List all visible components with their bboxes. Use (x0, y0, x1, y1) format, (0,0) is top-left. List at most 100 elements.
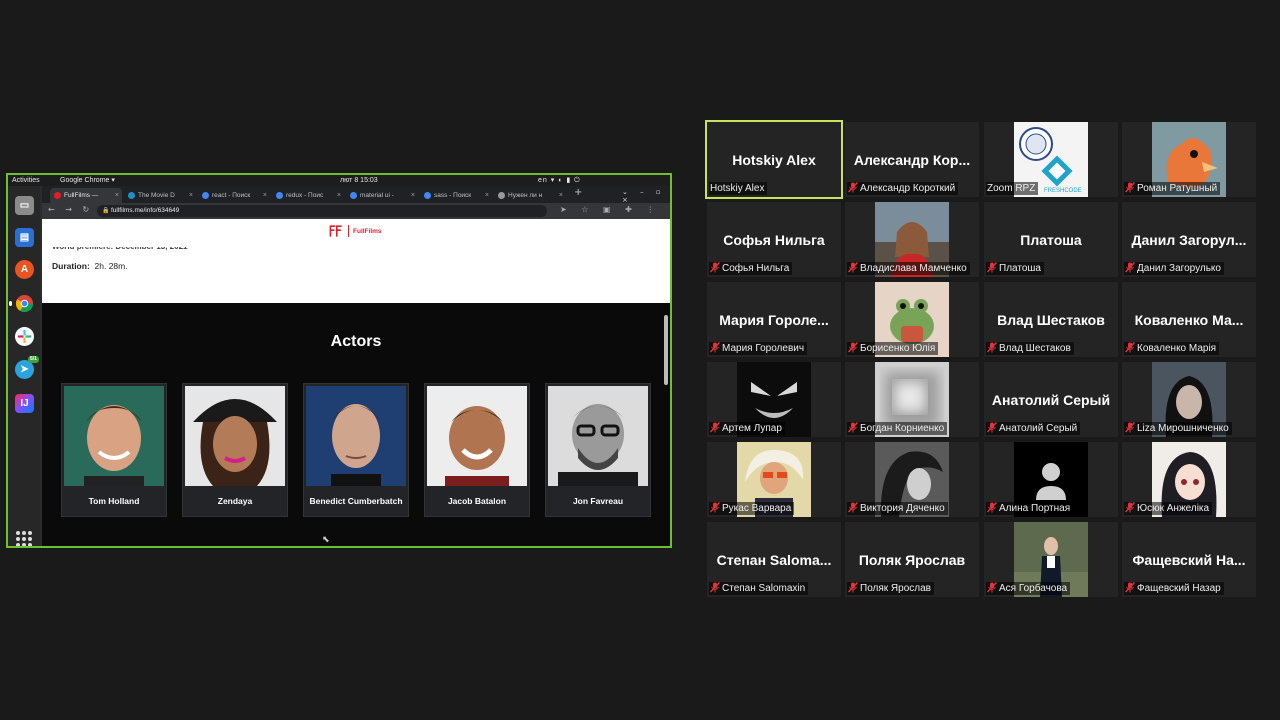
participant-name-label: Фащевский Назар (1124, 582, 1224, 595)
participant-name: Влад Шестаков (999, 343, 1071, 354)
muted-mic-icon (848, 262, 858, 273)
intellij-icon[interactable]: IJ (15, 394, 34, 413)
files-icon[interactable]: ▭ (15, 196, 34, 215)
participant-name-label: Юсюк Анжеліка (1124, 502, 1213, 515)
participant-tile[interactable]: Виктория Дяченко (845, 442, 979, 517)
page-scrollbar[interactable] (664, 315, 668, 385)
participant-name: Рукас Варвара (722, 503, 792, 514)
close-tab-icon[interactable]: × (115, 188, 119, 203)
muted-mic-icon (848, 182, 858, 193)
participant-name-label: Виктория Дяченко (847, 502, 948, 515)
participant-tile[interactable]: Владислава Мамченко (845, 202, 979, 277)
participant-tile[interactable]: Рукас Варвара (707, 442, 841, 517)
participant-tile[interactable]: Коваленко Ма... Коваленко Марія (1122, 282, 1256, 357)
slack-icon[interactable] (15, 327, 34, 346)
participant-tile[interactable]: Платоша Платоша (984, 202, 1118, 277)
participant-name-label: Hotskiy Alex (709, 182, 768, 195)
extension-icons[interactable]: ➤ ☆ ▣ ✚ ⋮ (560, 205, 660, 214)
participant-name: Поляк Ярослав (860, 583, 931, 594)
participant-tile[interactable]: Юсюк Анжеліка (1122, 442, 1256, 517)
clock[interactable]: лют 8 15:03 (340, 175, 378, 186)
close-tab-icon[interactable]: × (559, 188, 563, 203)
window-controls[interactable]: ⌄ – ▫ × (622, 188, 670, 204)
participant-tile[interactable]: Алина Портная (984, 442, 1118, 517)
participant-name: Юсюк Анжеліка (1137, 503, 1210, 514)
participant-tile[interactable]: Богдан Корниенко (845, 362, 979, 437)
toolbar: ← → ↻ 🔒 fullfilms.me/info/634649 ➤ ☆ ▣ ✚… (42, 203, 670, 219)
close-tab-icon[interactable]: × (263, 188, 267, 203)
close-tab-icon[interactable]: × (411, 188, 415, 203)
participant-tile[interactable]: Фащевский На... Фащевский Назар (1122, 522, 1256, 597)
lang-indicator[interactable]: en ▾ (538, 177, 555, 184)
participant-tile[interactable]: Ася Горбачова (984, 522, 1118, 597)
fullfilms-logo[interactable]: FullFilms (328, 223, 382, 239)
tab-strip: FullFilms — × The Movie D × react - Поиск… (42, 186, 670, 204)
address-bar[interactable]: 🔒 fullfilms.me/info/634649 (97, 205, 547, 217)
os-top-bar: Activities Google Chrome ▾ лют 8 15:03 e… (8, 175, 670, 186)
actors-title: Actors (330, 333, 382, 350)
close-tab-icon[interactable]: × (189, 188, 193, 203)
close-tab-icon[interactable]: × (337, 188, 341, 203)
tab-react-search[interactable]: react - Поиск × (198, 188, 270, 203)
participant-name: Софья Нильга (722, 263, 790, 274)
participant-tile[interactable]: FRESHCODE Zoom RPZ (984, 122, 1118, 197)
actors-section: Actors Tom Holland Zendaya Benedict Cumb… (42, 303, 670, 546)
participant-tile[interactable]: Hotskiy Alex Hotskiy Alex (705, 120, 843, 199)
muted-mic-icon (848, 342, 858, 353)
participant-name: Мария Горолевич (722, 343, 805, 354)
app-menu[interactable]: Google Chrome ▾ (60, 175, 115, 186)
tab-fullfilms[interactable]: FullFilms — × (50, 188, 122, 203)
participant-tile[interactable]: Софья Нильга Софья Нильга (707, 202, 841, 277)
muted-mic-icon (987, 422, 997, 433)
actor-card[interactable]: Jon Favreau (545, 383, 651, 517)
system-tray[interactable]: en ▾ ◐ ▮ ⏻ (538, 175, 581, 186)
participant-name: Hotskiy Alex (710, 183, 765, 194)
participant-name-label: Данил Загорулько (1124, 262, 1224, 275)
docs-icon[interactable]: ▤ (15, 228, 34, 247)
participant-name: Владислава Мамченко (860, 263, 967, 274)
app-store-icon[interactable]: A (15, 260, 34, 279)
participant-tile[interactable]: Роман Ратушный (1122, 122, 1256, 197)
duration-value: 2h. 28m. (94, 261, 128, 271)
participant-tile[interactable]: Борисенко Юлія (845, 282, 979, 357)
tab-redux-search[interactable]: redux - Поис × (272, 188, 344, 203)
film-info-section: FullFilms World premiere: December 13, 2… (42, 219, 670, 303)
new-tab-button[interactable]: + (574, 187, 582, 198)
muted-mic-icon (1125, 582, 1135, 593)
actor-card[interactable]: Jacob Batalon (424, 383, 530, 517)
close-tab-icon[interactable]: × (485, 188, 489, 203)
participant-name-label: Степан Salomaxin (709, 582, 809, 595)
participant-tile[interactable]: Степан Saloma... Степан Salomaxin (707, 522, 841, 597)
nav-buttons[interactable]: ← → ↻ (48, 205, 93, 214)
tab-material-ui-search[interactable]: material ui - × (346, 188, 418, 203)
tab-sass-search[interactable]: sass - Поиск × (420, 188, 492, 203)
activities-button[interactable]: Activities (12, 175, 40, 186)
tab-label: Нужен ли н (508, 192, 543, 199)
participant-tile[interactable]: Артем Лупар (707, 362, 841, 437)
actor-card[interactable]: Tom Holland (61, 383, 167, 517)
tab-moviedb[interactable]: The Movie D × (124, 188, 196, 203)
participant-gallery: Hotskiy Alex Hotskiy Alex Александр Кор...… (705, 120, 1257, 598)
participant-tile[interactable]: Анатолий Серый Анатолий Серый (984, 362, 1118, 437)
participant-name-label: Zoom RPZ (986, 182, 1039, 195)
participant-tile[interactable]: Мария Гороле... Мария Горолевич (707, 282, 841, 357)
participant-tile[interactable]: Александр Кор... Александр Короткий (845, 122, 979, 197)
tab-label: FullFilms — (64, 192, 99, 199)
tab-other[interactable]: Нужен ли н × (494, 188, 566, 203)
actor-photo (427, 386, 527, 486)
actor-photo (64, 386, 164, 486)
duration-label: Duration: (52, 261, 90, 271)
participant-tile[interactable]: Поляк Ярослав Поляк Ярослав (845, 522, 979, 597)
dock: ▭ ▤ A ➤ 5/1 IJ (8, 186, 40, 546)
telegram-icon[interactable]: ➤ 5/1 (15, 356, 39, 379)
participant-tile[interactable]: Данил Загорул... Данил Загорулько (1122, 202, 1256, 277)
chrome-icon[interactable] (9, 294, 34, 313)
actor-card[interactable]: Zendaya (182, 383, 288, 517)
participant-tile[interactable]: Влад Шестаков Влад Шестаков (984, 282, 1118, 357)
tab-label: The Movie D (138, 192, 175, 199)
lock-icon: 🔒 (102, 208, 110, 214)
participant-tile[interactable]: Liza Мирошниченко (1122, 362, 1256, 437)
actor-card[interactable]: Benedict Cumberbatch (303, 383, 409, 517)
page-content: FullFilms World premiere: December 13, 2… (42, 219, 670, 546)
show-apps-icon[interactable] (16, 531, 32, 546)
